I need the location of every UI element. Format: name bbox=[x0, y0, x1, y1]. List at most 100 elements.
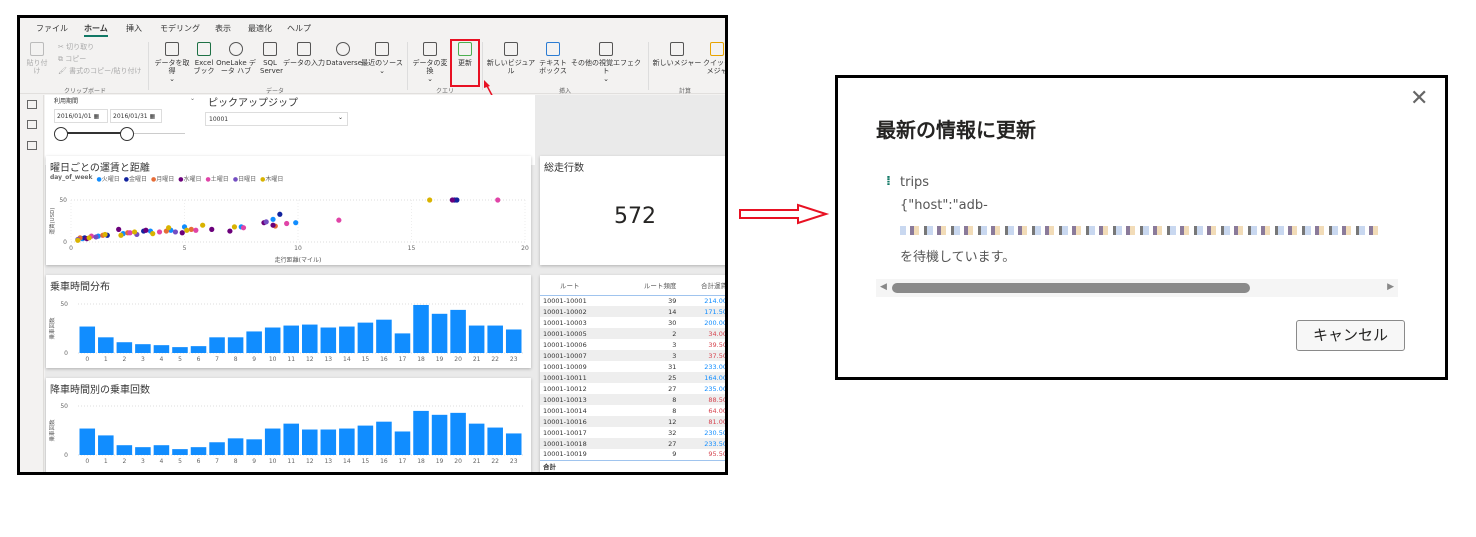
scatter-point bbox=[193, 227, 199, 233]
scatter-point bbox=[86, 235, 92, 241]
zip-dropdown[interactable]: 10001 ⌄ bbox=[205, 112, 348, 126]
text-box-button[interactable]: テキスト ボックス bbox=[538, 42, 568, 75]
x-tick-label: 7 bbox=[215, 356, 219, 363]
bar bbox=[153, 345, 170, 353]
x-tick-label: 17 bbox=[399, 458, 407, 465]
more-visuals-button[interactable]: その他の視覚エフェクト ⌄ bbox=[568, 42, 644, 83]
route-cell: 10001-10017 bbox=[543, 428, 587, 437]
cut-button[interactable]: ✂ 切り取り bbox=[58, 43, 94, 51]
enter-data-button[interactable]: データの入力 bbox=[282, 42, 326, 67]
column-header-frequency[interactable]: ルート頻度 bbox=[618, 275, 680, 296]
table-row[interactable]: 10001-10013 8 88.50 bbox=[540, 394, 725, 405]
scroll-left-icon[interactable]: ◀ bbox=[880, 282, 887, 292]
close-icon[interactable]: ✕ bbox=[1410, 88, 1428, 110]
tab-view[interactable]: 表示 bbox=[215, 23, 231, 34]
frequency-cell: 32 bbox=[668, 428, 677, 437]
slicer-area: 利用期間 ⌄ 2016/01/01 ▦ 2016/01/31 ▦ ピックアップジ… bbox=[45, 95, 535, 165]
x-tick-label: 9 bbox=[252, 458, 256, 465]
tab-insert[interactable]: 挿入 bbox=[126, 23, 142, 34]
bar bbox=[246, 331, 262, 353]
frequency-cell: 39 bbox=[668, 296, 677, 305]
fare-cell: 233.00 bbox=[704, 362, 727, 371]
tab-modeling[interactable]: モデリング bbox=[160, 23, 200, 34]
slider-handle-end[interactable] bbox=[120, 127, 134, 141]
cancel-button[interactable]: キャンセル bbox=[1296, 320, 1405, 351]
new-visual-button[interactable]: 新しいビジュアル bbox=[484, 42, 538, 75]
table-row[interactable]: 10001-10019 9 95.50 bbox=[540, 449, 725, 460]
table-row[interactable]: 10001-10017 32 230.50 bbox=[540, 427, 727, 438]
bar bbox=[209, 442, 225, 455]
tab-home[interactable]: ホーム bbox=[84, 23, 108, 37]
table-row[interactable]: 10001-10002 14 171.50 bbox=[540, 306, 725, 317]
scrollbar-thumb[interactable] bbox=[892, 283, 1250, 293]
get-data-button[interactable]: データを取得 ⌄ bbox=[152, 42, 192, 83]
table-row[interactable]: 10001-10006 3 39.50 bbox=[540, 339, 725, 350]
chevron-down-icon[interactable]: ⌄ bbox=[190, 95, 195, 102]
x-tick-label: 10 bbox=[269, 458, 277, 465]
horizontal-scrollbar[interactable]: ◀ ▶ bbox=[876, 279, 1398, 297]
bar bbox=[209, 337, 225, 353]
x-tick-label: 23 bbox=[510, 458, 518, 465]
paste-button[interactable]: 貼り付け bbox=[24, 42, 50, 75]
report-view-icon[interactable] bbox=[27, 100, 37, 109]
recent-sources-button[interactable]: 最近のソース ⌄ bbox=[360, 42, 404, 75]
tab-optimize[interactable]: 最適化 bbox=[248, 23, 272, 34]
table-row[interactable]: 10001-10016 12 81.00 bbox=[540, 416, 725, 427]
copy-button[interactable]: ⧉ コピー bbox=[58, 55, 86, 63]
scatter-point bbox=[427, 197, 433, 203]
end-date-input[interactable]: 2016/01/31 ▦ bbox=[110, 109, 162, 123]
x-tick-label: 15 bbox=[362, 356, 370, 363]
table-view-icon[interactable] bbox=[27, 120, 37, 129]
route-cell: 10001-10013 bbox=[540, 394, 619, 405]
new-measure-button[interactable]: 新しいメジャー bbox=[652, 42, 702, 67]
table-row[interactable]: 10001-10005 2 34.00 bbox=[540, 328, 725, 339]
frequency-cell: 25 bbox=[618, 372, 680, 383]
y-tick-label: 0 bbox=[63, 239, 67, 246]
slider-handle-start[interactable] bbox=[54, 127, 68, 141]
onelake-button[interactable]: OneLake データ ハブ bbox=[216, 42, 256, 75]
scatter-point bbox=[127, 230, 133, 236]
tab-file[interactable]: ファイル bbox=[36, 23, 68, 34]
scatter-point bbox=[449, 197, 455, 203]
bar bbox=[505, 329, 522, 353]
table-row[interactable]: 10001-10009 31 233.00 bbox=[540, 361, 727, 372]
start-date-input[interactable]: 2016/01/01 ▦ bbox=[54, 109, 108, 123]
zip-slicer-label: ピックアップジップ bbox=[208, 98, 298, 109]
kpi-title: 総走行数 bbox=[544, 163, 584, 174]
table-row[interactable]: 10001-10001 39 214.00 bbox=[540, 295, 725, 306]
table-row[interactable]: 10001-10003 30 200.00 bbox=[540, 317, 725, 328]
bar bbox=[413, 304, 429, 353]
scatter-point bbox=[495, 197, 501, 203]
scatter-point bbox=[166, 225, 172, 231]
x-tick-label: 11 bbox=[287, 458, 295, 465]
format-painter-button[interactable]: 🖌 書式のコピー/貼り付け bbox=[58, 67, 141, 75]
bar bbox=[357, 322, 374, 353]
bar bbox=[487, 325, 503, 353]
table-row[interactable]: 10001-10012 27 235.00 bbox=[540, 383, 725, 394]
route-cell: 10001-10007 bbox=[540, 350, 619, 361]
table-row[interactable]: 10001-10007 3 37.50 bbox=[540, 350, 725, 361]
excel-icon bbox=[197, 42, 211, 56]
column-header-route[interactable]: ルート bbox=[540, 275, 619, 296]
table-row[interactable]: 10001-10011 25 164.00 bbox=[540, 372, 725, 383]
x-tick-label: 22 bbox=[491, 356, 499, 363]
dataverse-button[interactable]: Dataverse bbox=[326, 42, 362, 67]
sql-server-button[interactable]: SQL Server bbox=[260, 42, 283, 75]
x-axis-label: 走行距離(マイル) bbox=[275, 256, 322, 264]
table-row[interactable]: 10001-10014 8 64.00 bbox=[540, 405, 725, 416]
scroll-right-icon[interactable]: ▶ bbox=[1387, 282, 1394, 292]
column-header-fare[interactable]: 合計運賃 bbox=[679, 275, 725, 296]
tab-help[interactable]: ヘルプ bbox=[287, 23, 311, 34]
model-view-icon[interactable] bbox=[27, 141, 37, 150]
dropoff-hour-card: 降車時間別の乗車回数 0 50 乗車回数 0 1 2 3 4 5 6 7 8 9 10 11 12 13 14 15… bbox=[46, 378, 531, 472]
quick-measure-button[interactable]: クイック メジャ bbox=[702, 42, 725, 75]
x-tick-label: 12 bbox=[306, 458, 314, 465]
bar bbox=[505, 433, 522, 455]
fare-cell: 230.50 bbox=[704, 428, 727, 437]
table-row[interactable]: 10001-10018 27 233.50 bbox=[540, 438, 725, 449]
bar bbox=[283, 325, 299, 353]
transform-data-button[interactable]: データの変換 ⌄ bbox=[410, 42, 450, 83]
refresh-dialog: ✕ 最新の情報に更新 ⁞ trips {"host":"adb- を待機していま… bbox=[835, 75, 1448, 380]
excel-button[interactable]: Excel ブック bbox=[192, 42, 216, 75]
scatter-point bbox=[284, 220, 290, 227]
